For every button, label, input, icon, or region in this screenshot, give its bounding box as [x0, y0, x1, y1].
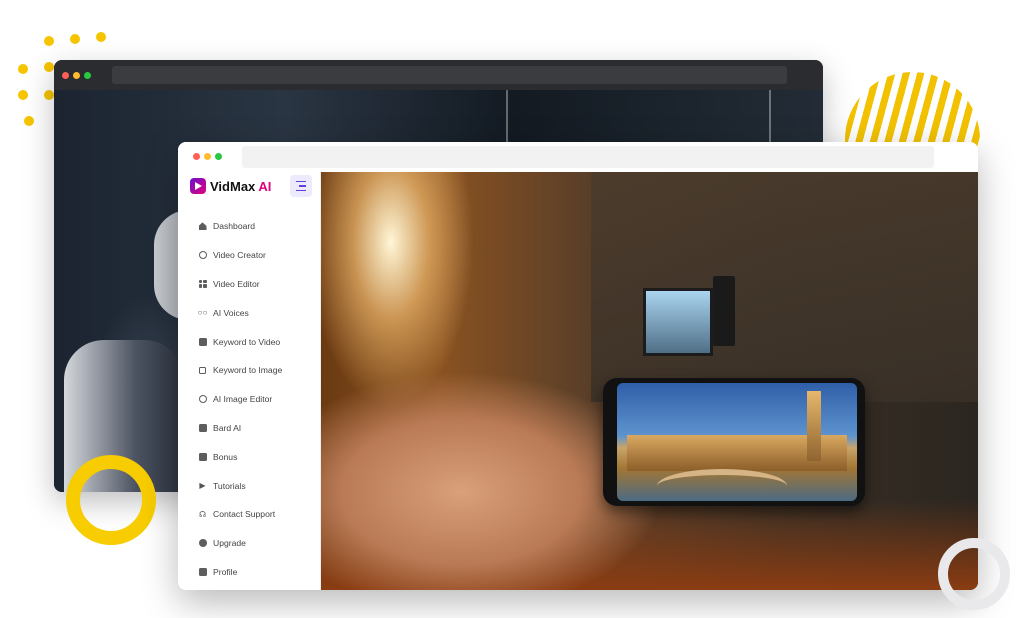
play-icon: ▶ — [199, 481, 206, 491]
decorative-yellow-ring — [66, 455, 156, 545]
sidebar-item-label: Upgrade — [213, 538, 246, 549]
hamburger-line — [296, 189, 306, 192]
smartphone — [603, 378, 865, 506]
sidebar-item-label: Keyword to Image — [213, 365, 283, 376]
speaker — [713, 276, 735, 346]
voicemail-icon: ○○ — [197, 308, 208, 318]
sidebar-item-bonus[interactable]: Bonus — [178, 442, 320, 471]
sidebar-item-label: Tutorials — [213, 480, 246, 491]
sidebar-item-label: Bard AI — [213, 422, 242, 433]
home-icon — [198, 222, 207, 231]
menu-toggle-button[interactable] — [290, 175, 312, 197]
upload-icon — [198, 539, 207, 548]
brand-name-main: VidMax — [210, 178, 256, 194]
sidebar-item-ai-image-editor[interactable]: AI Image Editor — [178, 385, 320, 414]
hamburger-line — [296, 180, 306, 183]
background-window-titlebar — [54, 60, 823, 90]
image-icon — [198, 366, 207, 375]
chat-icon — [198, 337, 207, 346]
globe-icon — [198, 251, 207, 260]
sidebar-item-profile[interactable]: Profile — [178, 558, 320, 587]
sidebar-item-keyword-to-video[interactable]: Keyword to Video — [178, 327, 320, 356]
sidebar-item-label: Bonus — [213, 451, 238, 462]
background-address-bar — [112, 66, 787, 84]
sidebar-item-label: AI Voices — [213, 307, 249, 318]
profile-icon — [198, 567, 207, 576]
headphones-icon: ☊ — [198, 509, 207, 519]
maximize-dot-icon[interactable] — [215, 153, 222, 160]
sidebar-item-label: Video Editor — [213, 278, 260, 289]
plaza-tower — [807, 391, 821, 461]
sidebar-item-contact-support[interactable]: ☊ Contact Support — [178, 500, 320, 529]
sidebar-nav: Dashboard Video Creator Video Editor ○○ A… — [178, 212, 320, 586]
gift-icon — [198, 452, 207, 461]
sidebar-item-video-creator[interactable]: Video Creator — [178, 241, 320, 270]
sidebar-item-keyword-to-image[interactable]: Keyword to Image — [178, 356, 320, 385]
close-dot-icon[interactable] — [193, 153, 200, 160]
sidebar-item-tutorials[interactable]: ▶ Tutorials — [178, 471, 320, 500]
sidebar-item-label: AI Image Editor — [213, 394, 273, 405]
maximize-dot-icon — [84, 72, 91, 79]
document-icon — [198, 423, 207, 432]
sidebar-item-bard-ai[interactable]: Bard AI — [178, 414, 320, 443]
app-browser-window: VidMax AI Dashboard Video Creator Video … — [178, 142, 978, 590]
address-bar[interactable] — [242, 146, 934, 168]
decorative-grey-ring — [938, 538, 1010, 610]
phone-screen-photo — [617, 383, 857, 501]
tv-screen — [643, 288, 713, 356]
vidmax-logo-icon — [190, 178, 206, 194]
sidebar-item-label: Contact Support — [213, 509, 276, 520]
broadcast-icon — [198, 395, 207, 404]
brand-name-suffix: AI — [258, 178, 272, 194]
sidebar: VidMax AI Dashboard Video Creator Video … — [178, 172, 321, 590]
brand-name: VidMax AI — [210, 179, 271, 194]
grid-icon — [198, 279, 207, 288]
sidebar-item-video-editor[interactable]: Video Editor — [178, 270, 320, 299]
hamburger-line — [299, 185, 306, 187]
sidebar-item-label: Video Creator — [213, 250, 266, 261]
sidebar-item-label: Keyword to Video — [213, 336, 281, 347]
close-dot-icon — [62, 72, 69, 79]
minimize-dot-icon — [73, 72, 80, 79]
sidebar-item-label: Dashboard — [213, 221, 256, 232]
brand-logo[interactable]: VidMax AI — [190, 178, 271, 194]
sidebar-item-upgrade[interactable]: Upgrade — [178, 529, 320, 558]
minimize-dot-icon[interactable] — [204, 153, 211, 160]
plaza-bridge — [657, 469, 787, 501]
app-window-titlebar — [178, 142, 978, 173]
sidebar-item-label: Profile — [213, 566, 238, 577]
sidebar-item-ai-voices[interactable]: ○○ AI Voices — [178, 298, 320, 327]
sidebar-item-dashboard[interactable]: Dashboard — [178, 212, 320, 241]
hero-image — [321, 172, 978, 590]
